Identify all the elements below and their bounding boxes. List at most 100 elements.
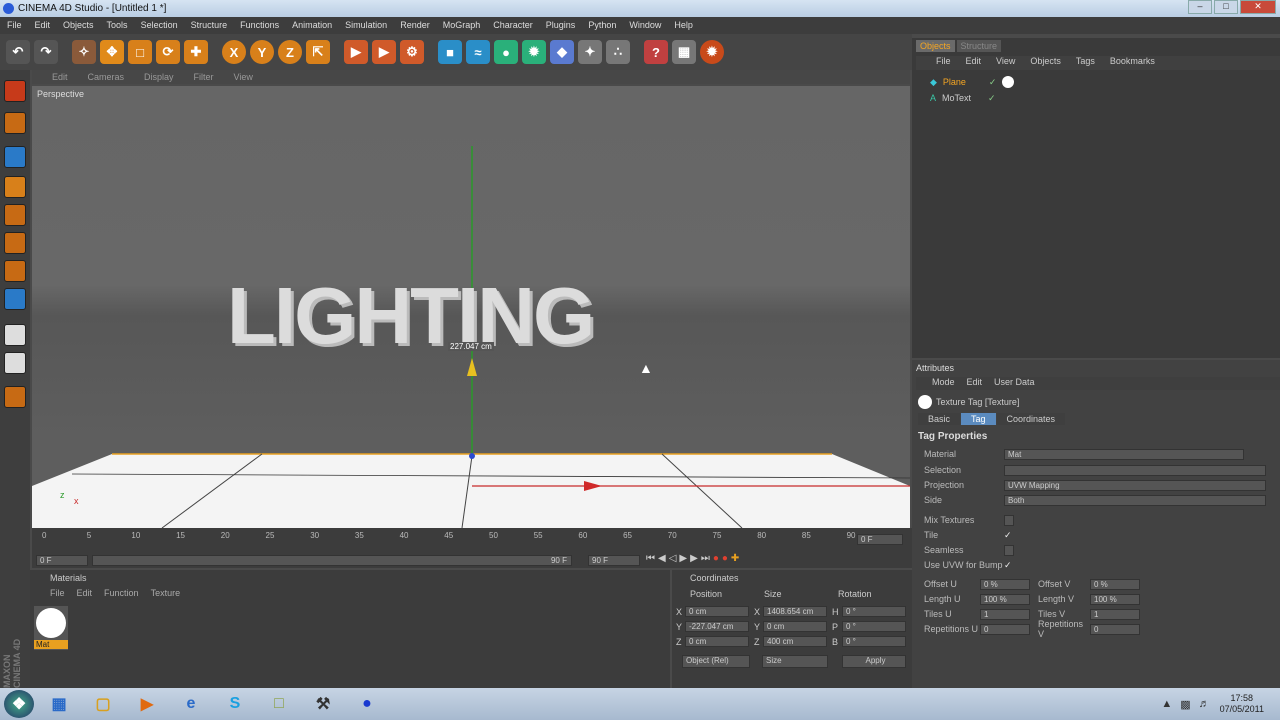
size-y-field[interactable]: 0 cm [763, 621, 827, 632]
length-v-field[interactable]: 100 % [1090, 593, 1140, 605]
material-swatch[interactable]: Mat [34, 606, 68, 650]
camera-icon[interactable]: ? [644, 40, 668, 64]
z-axis-button[interactable]: Z [278, 40, 302, 64]
render-view-icon[interactable]: ▶ [344, 40, 368, 64]
rot-p-field[interactable]: 0 ° [842, 621, 906, 632]
menu-python[interactable]: Python [588, 20, 616, 34]
side-select[interactable]: Both [1004, 494, 1266, 506]
skype-icon[interactable]: S [216, 690, 254, 718]
render-picture-viewer-icon[interactable]: ▶ [372, 40, 396, 64]
attr-menu-userdata[interactable]: User Data [994, 377, 1035, 390]
tab-coordinates[interactable]: Coordinates [996, 413, 1066, 425]
seamless-checkbox[interactable] [1004, 544, 1014, 556]
visibility-check-icon[interactable]: ✓ [989, 77, 997, 88]
rep-v-field[interactable]: 0 [1090, 623, 1140, 635]
tab-objects[interactable]: Objects [916, 40, 955, 52]
workplane-icon[interactable] [4, 324, 26, 346]
go-to-start-icon[interactable]: ⏮ [646, 553, 655, 564]
object-row-motext[interactable]: A MoText ✓ [930, 91, 996, 105]
light-icon[interactable]: ✹ [700, 40, 724, 64]
obj-menu-objects[interactable]: Objects [1030, 56, 1061, 70]
tray-arrow-icon[interactable]: ▲ [1161, 698, 1172, 711]
obj-menu-file[interactable]: File [936, 56, 951, 70]
size-x-field[interactable]: 1408.654 cm [763, 606, 827, 617]
mat-menu-texture[interactable]: Texture [151, 588, 181, 598]
attr-menu-mode[interactable]: Mode [932, 377, 955, 390]
play-reverse-icon[interactable]: ◁ [669, 553, 677, 564]
keyframe-selection-icon[interactable]: ✚ [731, 553, 739, 564]
pos-y-field[interactable]: -227.047 cm [685, 621, 749, 632]
end-frame-field[interactable]: 90 F [588, 555, 640, 566]
obj-menu-view[interactable]: View [996, 56, 1015, 70]
obj-menu-tags[interactable]: Tags [1076, 56, 1095, 70]
rot-h-field[interactable]: 0 ° [842, 606, 906, 617]
axis-mode-icon[interactable] [4, 176, 26, 198]
offset-u-field[interactable]: 0 % [980, 578, 1030, 590]
add-object-icon[interactable]: ✚ [184, 40, 208, 64]
timeline-ruler[interactable]: 0 5 10 15 20 25 30 35 40 45 50 55 60 65 70 75 80 85 90 [42, 531, 862, 543]
material-field[interactable]: Mat [1004, 448, 1244, 460]
tiles-v-field[interactable]: 1 [1090, 608, 1140, 620]
size-z-field[interactable]: 400 cm [763, 636, 827, 647]
projection-select[interactable]: UVW Mapping [1004, 479, 1266, 491]
mat-menu-edit[interactable]: Edit [77, 588, 93, 598]
minimize-button[interactable]: – [1188, 0, 1212, 14]
menu-tools[interactable]: Tools [107, 20, 128, 34]
array-icon[interactable]: ✹ [522, 40, 546, 64]
windows-explorer-icon[interactable]: ▦ [40, 690, 78, 718]
cinema4d-taskbar-icon[interactable]: ● [348, 690, 386, 718]
menu-functions[interactable]: Functions [240, 20, 279, 34]
maximize-button[interactable]: □ [1214, 0, 1238, 14]
tab-tag[interactable]: Tag [961, 413, 996, 425]
length-u-field[interactable]: 100 % [980, 593, 1030, 605]
texture-tag-icon[interactable] [1002, 76, 1015, 88]
spline-icon[interactable]: ≈ [466, 40, 490, 64]
clock[interactable]: 17:58 07/05/2011 [1220, 693, 1264, 715]
tiles-u-field[interactable]: 1 [980, 608, 1030, 620]
offset-v-field[interactable]: 0 % [1090, 578, 1140, 590]
internet-explorer-icon[interactable]: e [172, 690, 210, 718]
points-mode-icon[interactable] [4, 204, 26, 226]
vp-menu-edit[interactable]: Edit [52, 72, 68, 84]
timeline[interactable]: 0 5 10 15 20 25 30 35 40 45 50 55 60 65 70 75 80 85 90 0 F… [32, 528, 912, 568]
model-mode-icon[interactable] [4, 112, 26, 134]
particles-icon[interactable]: ∴ [606, 40, 630, 64]
x-axis-button[interactable]: X [222, 40, 246, 64]
live-selection-icon[interactable]: ✧ [72, 40, 96, 64]
menu-character[interactable]: Character [493, 20, 533, 34]
vp-menu-view[interactable]: View [234, 72, 253, 84]
rot-b-field[interactable]: 0 ° [842, 636, 906, 647]
uvw-bump-checkbox[interactable]: ✓ [1004, 560, 1012, 571]
move-tool-icon[interactable]: ✥ [100, 40, 124, 64]
menu-window[interactable]: Window [629, 20, 661, 34]
prev-key-icon[interactable]: ◀ [658, 553, 666, 564]
menu-animation[interactable]: Animation [292, 20, 332, 34]
autokey-icon[interactable]: ● [722, 553, 728, 564]
y-axis-button[interactable]: Y [250, 40, 274, 64]
media-player-icon[interactable]: ▶ [128, 690, 166, 718]
undo-icon[interactable]: ↶ [6, 40, 30, 64]
mat-menu-file[interactable]: File [50, 588, 65, 598]
mix-checkbox[interactable] [1004, 514, 1014, 526]
edges-mode-icon[interactable] [4, 232, 26, 254]
cube-icon[interactable]: ■ [438, 40, 462, 64]
visibility-check-icon[interactable]: ✓ [988, 93, 996, 104]
coordinate-system-icon[interactable]: ⇱ [306, 40, 330, 64]
tools-icon[interactable]: ⚒ [304, 690, 342, 718]
tab-structure[interactable]: Structure [956, 40, 1002, 52]
3d-viewport[interactable]: Perspective z x LIGHTING 227.047 cm ▲ [32, 86, 910, 528]
pos-z-field[interactable]: 0 cm [685, 636, 749, 647]
object-row-plane[interactable]: ◆ Plane ✓ [930, 75, 1015, 89]
menu-simulation[interactable]: Simulation [345, 20, 387, 34]
range-slider[interactable]: 90 F [92, 555, 572, 566]
grid-icon[interactable]: ▦ [672, 40, 696, 64]
selection-field[interactable] [1004, 464, 1266, 476]
current-frame-field[interactable]: 0 F [857, 534, 903, 545]
vp-menu-cameras[interactable]: Cameras [88, 72, 125, 84]
texture-mode-icon[interactable] [4, 288, 26, 310]
scene-icon[interactable]: ✦ [578, 40, 602, 64]
next-key-icon[interactable]: ▶ [690, 553, 698, 564]
rep-u-field[interactable]: 0 [980, 623, 1030, 635]
size-mode-select[interactable]: Size [762, 655, 828, 668]
nurbs-icon[interactable]: ● [494, 40, 518, 64]
